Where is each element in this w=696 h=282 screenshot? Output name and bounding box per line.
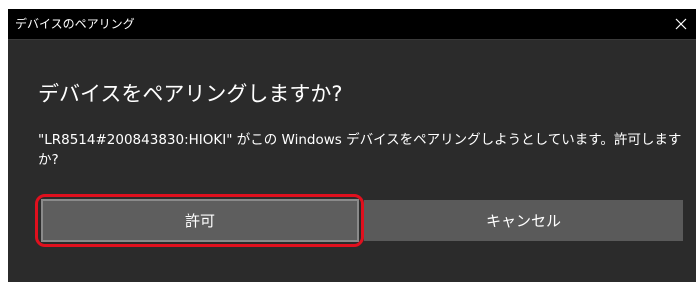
- close-button[interactable]: [666, 9, 696, 39]
- close-icon: [675, 18, 687, 30]
- window-title: デバイスのペアリング: [15, 17, 135, 31]
- allow-button-label: 許可: [184, 212, 215, 230]
- cancel-button[interactable]: キャンセル: [364, 200, 683, 241]
- pairing-dialog: デバイスのペアリング デバイスをペアリングしますか? "LR8514#20084…: [8, 9, 696, 282]
- dialog-heading: デバイスをペアリングしますか?: [38, 82, 343, 106]
- dialog-message: "LR8514#200843830:HIOKI" がこの Windows デバイ…: [38, 132, 682, 168]
- allow-button[interactable]: 許可: [41, 199, 359, 242]
- cancel-button-label: キャンセル: [485, 212, 561, 230]
- title-bar: デバイスのペアリング: [8, 9, 696, 40]
